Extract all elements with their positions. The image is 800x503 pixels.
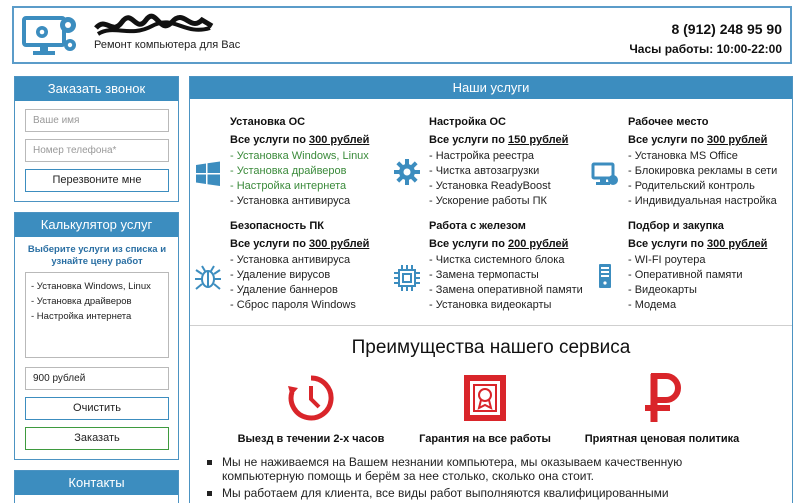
name-field[interactable]: Ваше имя [25, 109, 169, 132]
service-title: Работа с железом [429, 220, 526, 232]
list-item: Мы не наживаемся на Вашем незнании компь… [205, 455, 765, 483]
gear-icon [394, 159, 420, 185]
service-item[interactable]: - Блокировка рекламы в сети [628, 164, 800, 179]
windows-icon [196, 161, 220, 186]
service-title: Настройка ОС [429, 116, 506, 128]
service-item[interactable]: - WI-FI роутера [628, 253, 800, 268]
service-group: Рабочее место Все услуги по 300 рублей -… [628, 116, 800, 209]
ruble-icon [645, 373, 681, 422]
section-divider [190, 325, 792, 326]
service-item[interactable]: - Установка видеокарты [429, 298, 625, 313]
list-item: - Настройка интернета [31, 311, 132, 322]
service-price: Все услуги по 300 рублей [230, 134, 370, 146]
selected-services-list[interactable]: - Установка Windows, Linux - Установка д… [25, 272, 169, 358]
advantage-label: Гарантия на все работы [419, 433, 551, 445]
tagline: Ремонт компьютера для Вас [94, 39, 241, 51]
contacts-title: Контакты [15, 471, 178, 495]
chip-icon [394, 265, 420, 291]
service-item[interactable]: - Ускорение работы ПК [429, 194, 625, 209]
service-item[interactable]: - Оперативной памяти [628, 268, 800, 283]
advantage-item: Приятная ценовая политика [572, 372, 752, 445]
service-item[interactable]: - Родительский контроль [628, 179, 800, 194]
callback-title: Заказать звонок [15, 77, 178, 101]
list-item: - Установка Windows, Linux [31, 281, 151, 292]
services-title: Наши услуги [190, 77, 792, 99]
service-title: Установка ОС [230, 116, 306, 128]
service-item[interactable]: - Установка антивируса [230, 194, 426, 209]
calculator-title: Калькулятор услуг [15, 213, 178, 237]
service-price: Все услуги по 300 рублей [628, 238, 768, 250]
service-item[interactable]: - Индивидуальная настройка [628, 194, 800, 209]
clear-button[interactable]: Очистить [25, 397, 169, 420]
service-item[interactable]: - Модема [628, 298, 800, 313]
service-item[interactable]: - Сброс пароля Windows [230, 298, 426, 313]
calculator-panel: Калькулятор услуг Выберите услуги из спи… [14, 212, 179, 460]
phone-number[interactable]: 8 (912) 248 95 90 [671, 21, 782, 37]
service-group: Подбор и закупка Все услуги по 300 рубле… [628, 220, 800, 313]
site-header: Ремонт компьютера для Вас 8 (912) 248 95… [12, 6, 792, 64]
service-price: Все услуги по 300 рублей [628, 134, 768, 146]
total-price-field: 900 рублей [25, 367, 169, 390]
service-item[interactable]: - Видеокарты [628, 283, 800, 298]
calculator-hint: Выберите услуги из списка и узнайте цену… [27, 244, 167, 267]
brand-name-redacted [94, 13, 214, 36]
contacts-panel: Контакты [14, 470, 179, 503]
service-title: Безопасность ПК [230, 220, 324, 232]
advantages-list: Мы не наживаемся на Вашем незнании компь… [205, 455, 765, 503]
service-price: Все услуги по 300 рублей [230, 238, 370, 250]
monitor-gears-icon [22, 16, 76, 55]
working-hours: Часы работы: 10:00-22:00 [629, 42, 782, 56]
bug-icon [195, 265, 221, 290]
advantage-item: Гарантия на все работы [395, 372, 575, 445]
advantages-title: Преимущества нашего сервиса [351, 337, 631, 358]
advantage-label: Выезд в течении 2-х часов [237, 433, 385, 445]
list-item: Мы работаем для клиента, все виды работ … [205, 486, 765, 500]
advantage-item: Выезд в течении 2-х часов [221, 372, 401, 445]
service-item[interactable]: - Установка MS Office [628, 149, 800, 164]
list-item: - Установка драйверов [31, 296, 132, 307]
advantage-label: Приятная ценовая политика [584, 433, 740, 445]
certificate-icon [464, 375, 506, 421]
workstation-icon [591, 162, 618, 185]
service-price: Все услуги по 150 рублей [429, 134, 569, 146]
service-title: Подбор и закупка [628, 220, 724, 232]
service-title: Рабочее место [628, 116, 709, 128]
order-button[interactable]: Заказать [25, 427, 169, 450]
server-icon [599, 264, 611, 288]
clock-icon [288, 375, 334, 421]
service-price: Все услуги по 200 рублей [429, 238, 569, 250]
callback-button[interactable]: Перезвоните мне [25, 169, 169, 192]
callback-panel: Заказать звонок Ваше имя Номер телефона*… [14, 76, 179, 202]
phone-field[interactable]: Номер телефона* [25, 139, 169, 162]
